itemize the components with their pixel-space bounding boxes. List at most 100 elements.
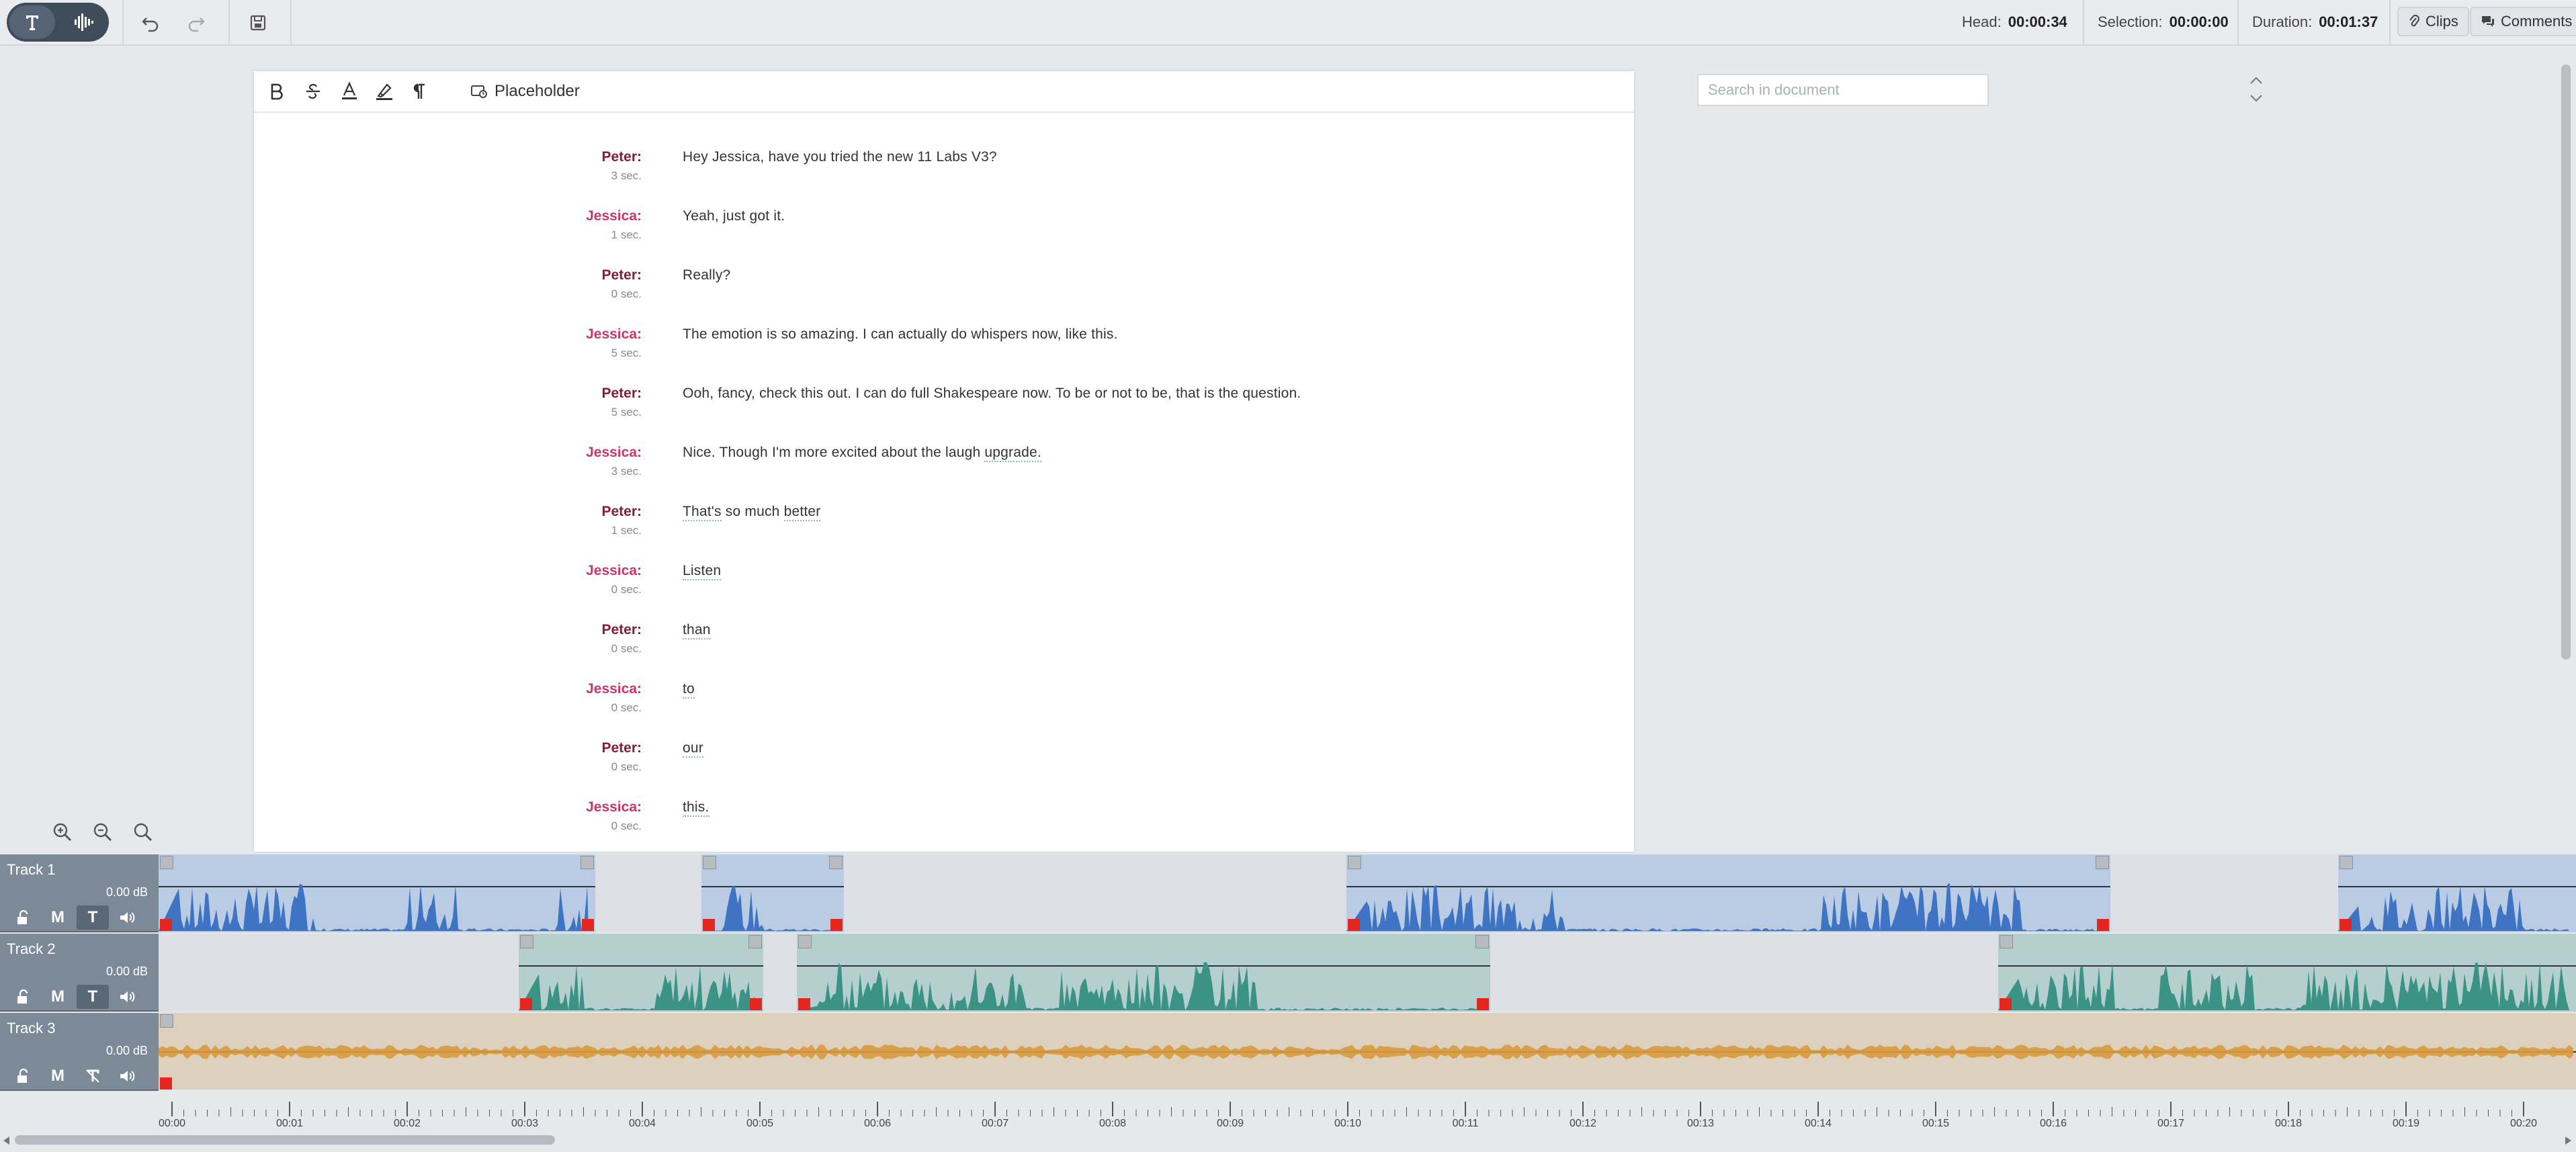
- audio-clip[interactable]: [701, 854, 844, 932]
- track-gain[interactable]: 0.00 dB: [106, 885, 148, 899]
- clip-end-handle[interactable]: [830, 919, 843, 931]
- speaker-name[interactable]: Peter:: [601, 622, 642, 638]
- paragraph-button[interactable]: [406, 78, 433, 105]
- transcript-turn[interactable]: Peter: 3 sec. Hey Jessica, have you trie…: [508, 141, 1785, 200]
- transcript-toggle-button[interactable]: [77, 1064, 109, 1088]
- unaligned-word[interactable]: to: [683, 681, 695, 699]
- clip-fade-out-handle[interactable]: [1475, 935, 1489, 948]
- clip-fade-out-handle[interactable]: [581, 856, 594, 869]
- track-name[interactable]: Track 2: [7, 940, 56, 958]
- unaligned-word[interactable]: Listen: [683, 563, 722, 580]
- clip-start-handle[interactable]: [160, 1077, 172, 1090]
- track-lane[interactable]: [159, 934, 2576, 1012]
- track-lane[interactable]: [159, 1013, 2576, 1091]
- clip-fade-in-handle[interactable]: [160, 1014, 173, 1028]
- utterance-text[interactable]: Nice. Though I'm more excited about the …: [683, 445, 1041, 462]
- save-button[interactable]: [243, 8, 273, 38]
- scroll-right-icon[interactable]: [2564, 1135, 2573, 1146]
- lock-button[interactable]: [7, 1064, 39, 1088]
- track-header[interactable]: Track 3 0.00 dB M: [0, 1013, 159, 1091]
- utterance-text[interactable]: than: [683, 622, 711, 639]
- volume-button[interactable]: [112, 1064, 144, 1088]
- clip-end-handle[interactable]: [1477, 998, 1489, 1010]
- transcript-toggle-button[interactable]: T: [77, 985, 109, 1009]
- volume-button[interactable]: [112, 905, 144, 930]
- speaker-name[interactable]: Jessica:: [586, 208, 642, 224]
- audio-mode-button[interactable]: [60, 5, 106, 39]
- speaker-name[interactable]: Jessica:: [586, 563, 642, 579]
- clip-fade-in-handle[interactable]: [703, 856, 716, 869]
- zoom-fit-button[interactable]: [125, 814, 161, 850]
- track-gain[interactable]: 0.00 dB: [106, 965, 148, 979]
- audio-clip[interactable]: [1998, 934, 2576, 1012]
- transcript-turn[interactable]: Peter: 0 sec. than: [508, 614, 1785, 673]
- search-next-button[interactable]: [2244, 90, 2268, 106]
- scrollbar-thumb[interactable]: [15, 1135, 555, 1145]
- transcript-turn[interactable]: Jessica: 1 sec. Yeah, just got it.: [508, 200, 1785, 259]
- unaligned-word[interactable]: upgrade.: [984, 445, 1041, 462]
- bold-button[interactable]: [263, 78, 290, 105]
- timeline-scrollbar[interactable]: [0, 1133, 2576, 1149]
- placeholder-button[interactable]: Placeholder: [470, 78, 580, 105]
- zoom-in-button[interactable]: [44, 814, 81, 850]
- lock-button[interactable]: [7, 905, 39, 930]
- unaligned-word[interactable]: That's: [683, 504, 722, 521]
- text-mode-button[interactable]: [9, 5, 55, 39]
- track-gain[interactable]: 0.00 dB: [106, 1044, 148, 1058]
- utterance-text[interactable]: Listen: [683, 563, 722, 580]
- undo-button[interactable]: [136, 8, 165, 38]
- zoom-out-button[interactable]: [85, 814, 121, 850]
- scroll-left-icon[interactable]: [1, 1135, 11, 1146]
- clip-start-handle[interactable]: [160, 919, 172, 931]
- timeline-ruler[interactable]: 00:00 00:01 00:02 00:03 00:04 00:05 00:06 00:07…: [159, 1090, 2576, 1130]
- track-header[interactable]: Track 1 0.00 dB M T: [0, 854, 159, 932]
- unaligned-word[interactable]: this.: [683, 799, 710, 817]
- lock-button[interactable]: [7, 985, 39, 1009]
- mute-button[interactable]: M: [42, 905, 74, 930]
- audio-clip[interactable]: [2338, 854, 2576, 932]
- clip-fade-in-handle[interactable]: [520, 935, 533, 948]
- clip-fade-in-handle[interactable]: [160, 856, 173, 869]
- audio-clip[interactable]: [159, 854, 595, 932]
- unaligned-word[interactable]: our: [683, 740, 703, 758]
- utterance-text[interactable]: our: [683, 740, 703, 758]
- highlight-button[interactable]: [371, 78, 398, 105]
- clip-end-handle[interactable]: [582, 919, 594, 931]
- search-previous-button[interactable]: [2244, 73, 2268, 89]
- speaker-name[interactable]: Peter:: [601, 149, 642, 165]
- transcript-turn[interactable]: Jessica: 0 sec. Listen: [508, 555, 1785, 614]
- clip-fade-out-handle[interactable]: [2096, 856, 2109, 869]
- mode-toggle[interactable]: [7, 3, 109, 42]
- track-lane[interactable]: [159, 854, 2576, 932]
- speaker-name[interactable]: Peter:: [601, 386, 642, 402]
- speaker-name[interactable]: Peter:: [601, 267, 642, 283]
- transcript-turn[interactable]: Peter: 0 sec. Really?: [508, 259, 1785, 318]
- utterance-text[interactable]: The emotion is so amazing. I can actuall…: [683, 326, 1118, 343]
- clip-start-handle[interactable]: [798, 998, 810, 1010]
- audio-clip[interactable]: [519, 934, 763, 1012]
- clip-fade-in-handle[interactable]: [2000, 935, 2013, 948]
- strikethrough-button[interactable]: [300, 78, 327, 105]
- utterance-text[interactable]: this.: [683, 799, 710, 817]
- transcript-turn[interactable]: Peter: 1 sec. That's so much better: [508, 496, 1785, 555]
- volume-button[interactable]: [112, 985, 144, 1009]
- clip-start-handle[interactable]: [1348, 919, 1360, 931]
- clip-end-handle[interactable]: [750, 998, 762, 1010]
- utterance-text[interactable]: Hey Jessica, have you tried the new 11 L…: [683, 149, 997, 165]
- unaligned-word[interactable]: better: [783, 504, 821, 521]
- transcript-turn[interactable]: Peter: 0 sec. our: [508, 732, 1785, 791]
- text-color-button[interactable]: [336, 78, 363, 105]
- unaligned-word[interactable]: than: [683, 622, 711, 639]
- clip-end-handle[interactable]: [2097, 919, 2109, 931]
- transcript-turn[interactable]: Jessica: 0 sec. to: [508, 673, 1785, 732]
- speaker-name[interactable]: Jessica:: [586, 799, 642, 815]
- audio-clip[interactable]: [797, 934, 1490, 1012]
- comments-button[interactable]: Comments: [2470, 7, 2576, 36]
- clip-fade-in-handle[interactable]: [798, 935, 812, 948]
- audio-clip[interactable]: [159, 1013, 2576, 1091]
- transcript-turn[interactable]: Peter: 5 sec. Ooh, fancy, check this out…: [508, 378, 1785, 437]
- track-header[interactable]: Track 2 0.00 dB M T: [0, 934, 159, 1012]
- redo-button[interactable]: [181, 8, 211, 38]
- clip-start-handle[interactable]: [703, 919, 715, 931]
- speaker-name[interactable]: Peter:: [601, 504, 642, 520]
